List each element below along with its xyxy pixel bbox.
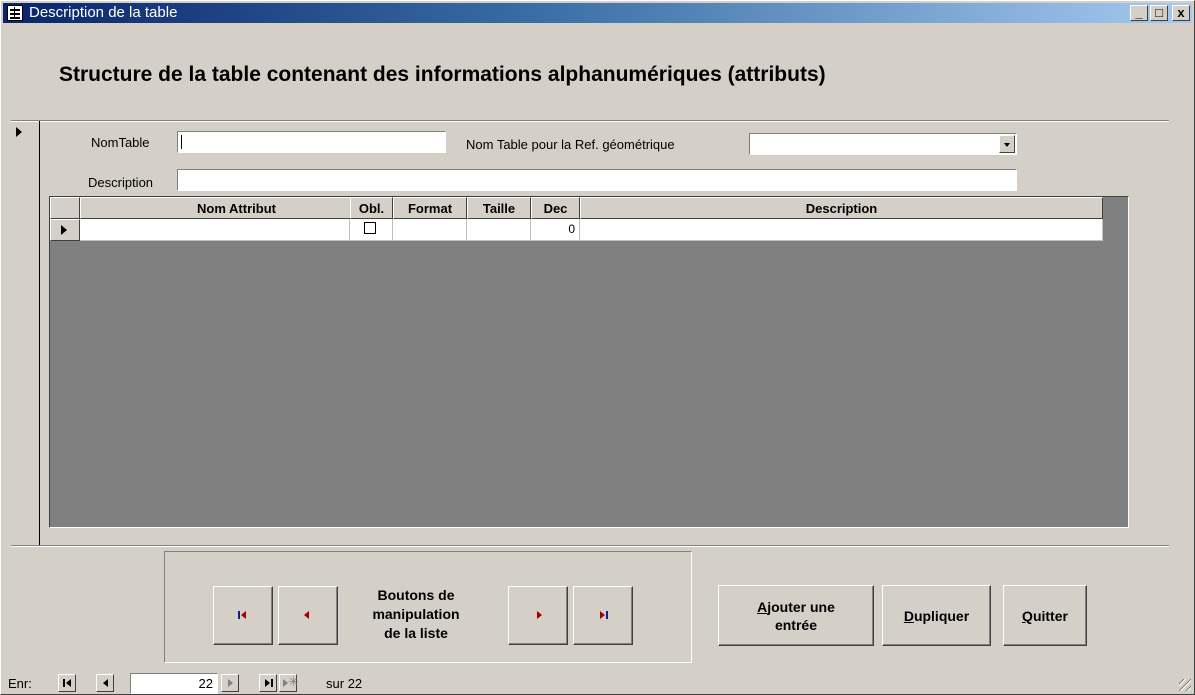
page-title: Structure de la table contenant des info… [59,63,826,86]
first-bar-icon [238,611,240,619]
current-record-field[interactable]: 22 [130,673,218,694]
previous-arrow-icon [304,611,309,619]
nav-first-arrow-icon [66,679,71,687]
record-navigator: Enr: 22 ✳ sur 22 [1,673,381,694]
quit-accel: Q [1022,607,1033,624]
window-title: Description de la table [29,4,178,21]
resize-grip-icon[interactable] [1179,679,1191,691]
nav-previous-arrow-icon [103,679,108,687]
column-header-taille[interactable]: Taille [467,197,531,219]
record-of-label: sur [326,676,345,691]
nav-previous-button[interactable] [96,674,114,692]
cell-nom-attribut[interactable] [80,219,350,241]
duplicate-rest: upliquer [913,607,970,624]
navigation-caption-line-1: Boutons de [377,587,455,603]
first-record-button[interactable] [213,586,273,645]
nav-last-arrow-icon [265,679,270,687]
next-arrow-icon [537,611,542,619]
duplicate-button[interactable]: Dupliquer [882,585,991,646]
quit-button[interactable]: Quitter [1003,585,1087,646]
new-record-star-icon: ✳ [288,674,299,689]
footer-divider-highlight [11,546,1169,547]
form-window: Description de la table _ □ x Structure … [0,0,1195,695]
add-entry-label: Ajouter une entrée [757,598,835,634]
ref-geo-combobox[interactable] [749,133,1017,155]
column-header-dec[interactable]: Dec [531,197,580,219]
row-selector[interactable] [50,219,80,241]
column-header-obl[interactable]: Obl. [350,197,393,219]
minimize-button[interactable]: _ [1130,5,1148,21]
column-header-nom-attribut[interactable]: Nom Attribut [80,197,393,219]
attributes-grid: Nom Attribut Obl. Format Taille Dec Desc… [49,196,1129,528]
ref-geo-label: Nom Table pour la Ref. géométrique [466,137,675,152]
nav-first-bar-icon [63,679,65,687]
nav-next-button[interactable] [221,674,239,692]
last-record-button[interactable] [573,586,633,645]
duplicate-accel: D [903,607,914,624]
obl-checkbox[interactable] [364,222,376,234]
cell-obl[interactable] [350,219,393,241]
navigation-caption-line-2: manipulation [372,606,460,622]
navigation-caption: Boutons de manipulation de la liste [342,586,490,643]
text-caret [181,135,182,149]
add-entry-accel: A [757,598,768,615]
nav-first-button[interactable] [58,674,76,692]
next-record-button[interactable] [508,586,568,645]
nav-new-record-button[interactable]: ✳ [279,674,299,692]
navigation-caption-line-3: de la liste [384,625,448,641]
record-total: sur 22 [326,676,362,691]
nav-next-arrow-icon [228,679,233,687]
cell-format[interactable] [393,219,467,241]
add-entry-button[interactable]: Ajouter une entrée [718,585,874,646]
record-total-value: 22 [347,676,363,691]
header-divider-highlight [11,121,1169,122]
grid-corner[interactable] [50,197,80,219]
column-header-description[interactable]: Description [580,197,1103,219]
close-button[interactable]: x [1172,5,1190,21]
maximize-button[interactable]: □ [1150,5,1168,21]
nav-last-bar-icon [271,679,273,687]
add-entry-line-2: entrée [774,616,817,633]
title-bar[interactable]: Description de la table _ □ x [3,3,1192,23]
description-field[interactable] [177,169,1017,191]
add-entry-rest: jouter une [767,598,835,615]
cell-taille[interactable] [467,219,531,241]
form-icon [7,5,23,21]
cell-dec[interactable]: 0 [531,219,580,241]
first-arrow-icon [241,611,246,619]
nomtable-field[interactable] [177,131,446,153]
column-header-format[interactable]: Format [393,197,467,219]
cell-description[interactable] [580,219,1103,241]
quit-rest: uitter [1032,607,1068,624]
record-selector[interactable] [11,121,40,545]
description-label: Description [88,175,154,190]
nomtable-label: NomTable [91,135,150,150]
last-bar-icon [606,611,608,619]
previous-record-button[interactable] [278,586,338,645]
nav-last-button[interactable] [259,674,277,692]
cell-dec-value: 0 [568,222,575,236]
dropdown-arrow-icon[interactable] [999,135,1015,153]
record-label: Enr: [8,676,32,691]
record-pointer-icon [16,127,22,137]
last-arrow-icon [600,611,605,619]
